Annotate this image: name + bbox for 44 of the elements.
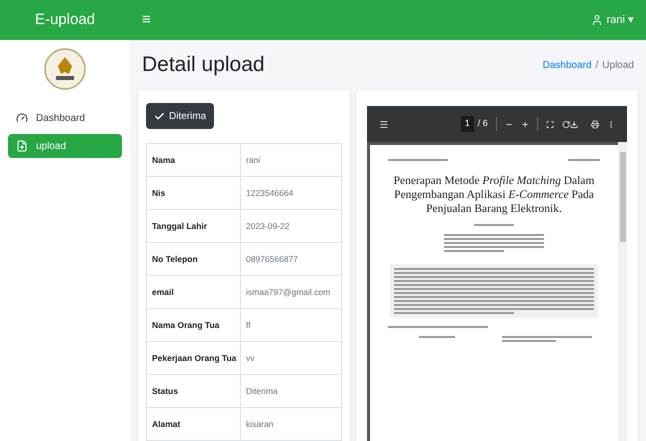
check-icon [154, 110, 165, 122]
table-cell: vv [240, 342, 342, 374]
table-cell: No Telepon [146, 242, 240, 276]
authors-line [474, 224, 514, 226]
table-cell: Nama [146, 144, 240, 176]
table-cell: ismaa797@gmail.com [240, 276, 342, 308]
download-icon[interactable] [570, 118, 579, 130]
page-number-field[interactable]: 1 [460, 116, 474, 132]
brand-title[interactable]: E-upload [34, 8, 96, 32]
menu-button[interactable]: ≡ [142, 8, 151, 32]
journal-header-line [568, 159, 600, 162]
table-cell: email [146, 276, 240, 308]
file-icon [16, 140, 28, 152]
print-icon[interactable] [590, 118, 599, 130]
sidebar-item[interactable]: upload [8, 134, 122, 158]
section-heading-line [419, 336, 455, 338]
table-cell: ff [240, 308, 342, 342]
status-button[interactable]: Diterima [146, 103, 214, 129]
table-cell: Alamat [146, 408, 240, 440]
table-cell: Tanggal Lahir [146, 210, 240, 242]
breadcrumb-separator: / [596, 58, 598, 72]
sidebar-item[interactable]: Dashboard [8, 106, 122, 130]
user-menu[interactable]: rani ▾ [606, 12, 634, 28]
table-cell: Status [146, 374, 240, 408]
rotate-icon[interactable] [562, 118, 570, 130]
fit-page-icon[interactable] [546, 118, 554, 130]
breadcrumb-link[interactable]: Dashboard [542, 58, 592, 72]
page-title: Detail upload [142, 52, 265, 78]
page-count: / 6 [478, 117, 488, 130]
table-cell: 08976566877 [240, 242, 342, 276]
table-cell: 1223546664 [240, 176, 342, 210]
table-cell: Diterima [240, 374, 342, 408]
table-cell: 2023-09-22 [240, 210, 342, 242]
table-cell: Pekerjaan Orang Tua [146, 342, 240, 374]
gauge-icon [16, 112, 28, 124]
journal-header-line [388, 159, 448, 162]
table-cell: Nama Orang Tua [146, 308, 240, 342]
table-cell: rani [240, 144, 342, 176]
logo-emblem [44, 48, 86, 90]
document-title: Penerapan Metode Profile Matching Dalam Pengembangan Aplikasi E-Commerce Pada Penjualan Barang Elektronik. [392, 174, 596, 216]
table-cell: kisaran [240, 408, 342, 440]
user-icon [590, 14, 603, 26]
scrollbar[interactable] [618, 142, 627, 441]
table-cell: Nis [146, 176, 240, 210]
